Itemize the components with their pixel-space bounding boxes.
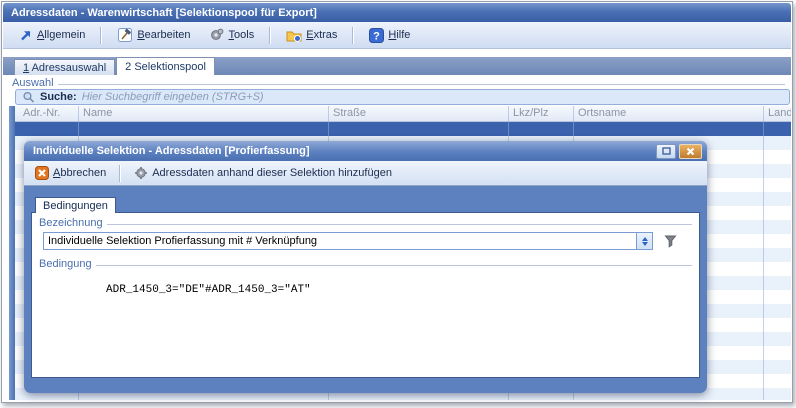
cancel-x-icon: [35, 166, 49, 180]
column-header[interactable]: Lkz/Plz: [508, 106, 573, 121]
toolbar-separator: [119, 165, 121, 182]
add-selection-icon: [134, 166, 148, 180]
bedingung-groupbox: Bedingung: [39, 258, 692, 270]
menu-label: Allgemein: [37, 29, 85, 41]
column-header[interactable]: Land: [763, 106, 791, 121]
tab-bedingungen[interactable]: Bedingungen: [35, 197, 116, 213]
bedingung-group-label: Bedingung: [39, 258, 92, 270]
svg-text:?: ?: [374, 30, 381, 42]
folder-icon: [286, 28, 302, 43]
bezeichnung-groupbox: Bezeichnung: [39, 217, 692, 229]
menu-hilfe[interactable]: ? Hilfe: [364, 26, 415, 45]
individuelle-selektion-dialog: Individuelle Selektion - Adressdaten [Pr…: [24, 141, 707, 393]
group-hairline: [58, 84, 785, 85]
close-x-icon: [686, 147, 695, 156]
bedingungen-panel: Bezeichnung Individuelle Selektion Profi…: [31, 212, 700, 378]
tab-selektionspool[interactable]: 2 Selektionspool: [116, 57, 215, 75]
window-title: Adressdaten - Warenwirtschaft [Selektion…: [11, 7, 317, 19]
abbrechen-button[interactable]: Abbrechen: [30, 164, 111, 182]
tab-strip: 1 Adressauswahl 2 Selektionspool: [3, 57, 791, 75]
menu-bearbeiten[interactable]: Bearbeiten: [112, 25, 195, 45]
close-button[interactable]: [679, 144, 702, 159]
column-header[interactable]: Ortsname: [573, 106, 763, 121]
toolbar-separator: [269, 27, 271, 44]
dialog-toolbar: Abbrechen Adressdaten anhand dieser Sele…: [24, 161, 707, 186]
arrow-up-right-icon: [18, 28, 33, 43]
menu-tools[interactable]: Tools: [204, 25, 260, 45]
auswahl-groupbox: Auswahl: [12, 77, 785, 89]
dialog-title: Individuelle Selektion - Adressdaten [Pr…: [33, 145, 656, 157]
column-separator: [763, 106, 764, 400]
dialog-titlebar[interactable]: Individuelle Selektion - Adressdaten [Pr…: [24, 141, 707, 161]
combobox-value: Individuelle Selektion Profierfassung mi…: [44, 235, 636, 247]
menu-label: Tools: [229, 29, 255, 41]
help-icon: ?: [369, 28, 384, 43]
search-label: Suche:: [40, 91, 77, 103]
toolbar-separator: [100, 27, 102, 44]
menu-label: Extras: [306, 29, 337, 41]
main-menubar: Allgemein Bearbeiten Tools E: [3, 22, 791, 49]
tab-adressauswahl[interactable]: 1 Adressauswahl: [14, 59, 115, 75]
auswahl-group-label: Auswahl: [12, 77, 54, 89]
window-titlebar: Adressdaten - Warenwirtschaft [Selektion…: [3, 3, 791, 22]
restore-icon: [662, 147, 671, 155]
column-header[interactable]: Adr.-Nr.: [15, 106, 78, 121]
column-header[interactable]: Name: [78, 106, 328, 121]
grid-selected-row[interactable]: [15, 122, 791, 136]
bezeichnung-group-label: Bezeichnung: [39, 217, 103, 229]
menu-extras[interactable]: Extras: [281, 26, 342, 45]
combobox-dropdown-button[interactable]: [636, 233, 652, 249]
menu-allgemein[interactable]: Allgemein: [13, 26, 90, 45]
bedingung-textarea[interactable]: ADR_1450_3="DE"#ADR_1450_3="AT": [39, 270, 692, 373]
hammer-icon: [117, 27, 133, 43]
column-header[interactable]: Straße: [328, 106, 508, 121]
dialog-body: Bedingungen Bezeichnung Individuelle Sel…: [24, 186, 707, 393]
filter-icon[interactable]: [663, 234, 678, 249]
toolbar-separator: [352, 27, 354, 44]
menu-label: Hilfe: [388, 29, 410, 41]
bezeichnung-combobox[interactable]: Individuelle Selektion Profierfassung mi…: [43, 232, 653, 250]
search-bar[interactable]: Suche: Hier Suchbegriff eingeben (STRG+S…: [15, 89, 790, 105]
chevron-up-icon: [642, 237, 648, 241]
restore-button[interactable]: [656, 144, 676, 159]
search-icon: [22, 91, 35, 104]
gear-icon: [209, 27, 225, 43]
chevron-down-icon: [642, 242, 648, 246]
menu-label: Bearbeiten: [137, 29, 190, 41]
grid-header: Adr.-Nr. Name Straße Lkz/Plz Ortsname La…: [15, 106, 791, 122]
search-placeholder: Hier Suchbegriff eingeben (STRG+S): [82, 91, 264, 103]
add-selection-button[interactable]: Adressdaten anhand dieser Selektion hinz…: [129, 164, 397, 182]
app-window: Adressdaten - Warenwirtschaft [Selektion…: [1, 1, 793, 403]
